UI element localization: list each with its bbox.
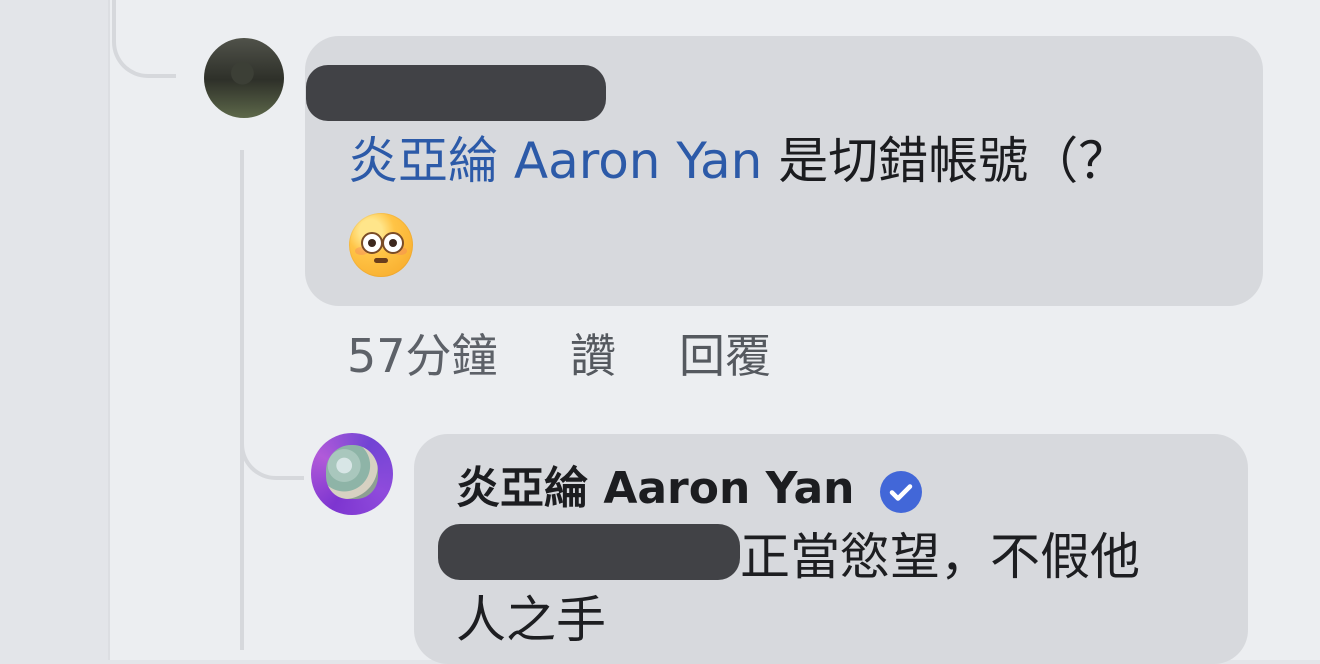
reply-author-name[interactable]: 炎亞綸 Aaron Yan	[456, 462, 854, 516]
flushed-face-icon	[349, 213, 413, 277]
comment-timestamp: 57分鐘	[347, 329, 498, 383]
emoji-mouth	[374, 258, 388, 263]
like-button[interactable]: 讚	[570, 329, 616, 383]
reply-button[interactable]: 回覆	[679, 329, 771, 383]
emoji-eye-left	[361, 232, 383, 254]
mention-link[interactable]: 炎亞綸 Aaron Yan	[348, 132, 762, 190]
reply-avatar[interactable]	[311, 433, 393, 515]
verified-badge-icon	[880, 471, 922, 513]
commenter-avatar[interactable]	[204, 38, 284, 118]
reply-text-line-2: 人之手	[456, 591, 606, 649]
redacted-reply-prefix	[438, 524, 740, 580]
avatar-portrait	[326, 445, 378, 499]
redacted-commenter-name	[306, 65, 606, 121]
comment-body: 是切錯帳號（？	[778, 132, 1129, 190]
thread-connector	[112, 0, 176, 78]
comment-text: 炎亞綸 Aaron Yan 是切錯帳號（？	[348, 132, 1128, 190]
reply-text-line-1: 正當慾望，不假他	[740, 528, 1140, 586]
emoji-eye-right	[382, 232, 404, 254]
reply-connector	[240, 380, 304, 480]
